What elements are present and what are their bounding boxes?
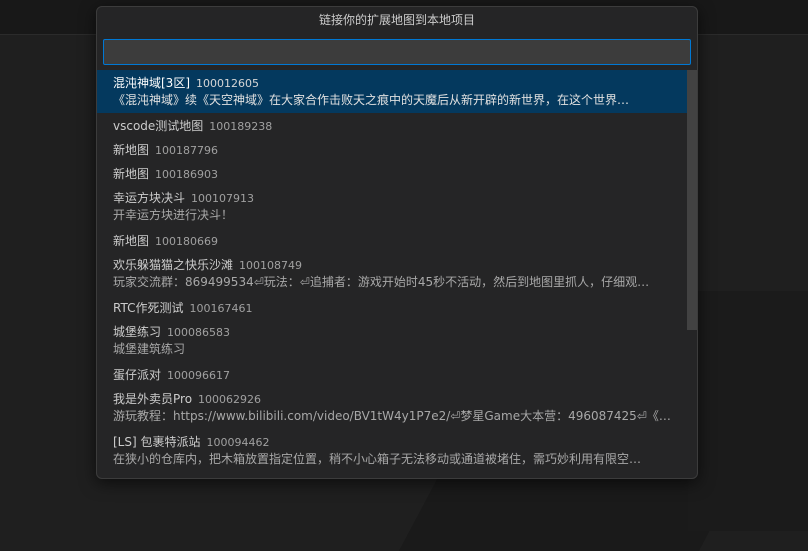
list-item[interactable]: 新地图 100180669 [97, 228, 687, 252]
list-item-id: 100167461 [189, 302, 252, 315]
list-item-header: 新地图 100187796 [113, 139, 687, 158]
list-item-id: 100094462 [206, 436, 269, 449]
list-scrollbar[interactable] [687, 70, 697, 330]
list-item-header: 新地图 100186903 [113, 163, 687, 182]
list-item[interactable]: 城堡练习 100086583城堡建筑练习 [97, 319, 687, 362]
list-item[interactable]: 狼人杀险伯恐魂夜100098233 [97, 472, 687, 478]
list-item[interactable]: 混沌神域[3区] 100012605《混沌神域》续《天空神域》在大家合作击败天之痕… [97, 70, 687, 113]
background-logo-shape-right [688, 291, 808, 531]
list-item-id: 100062926 [198, 393, 261, 406]
list-item-header: 狼人杀险伯恐魂夜100098233 [113, 474, 687, 478]
quick-pick-title: 链接你的扩展地图到本地项目 [97, 7, 697, 33]
list-item-header: [LS] 包裹特派站 100094462 [113, 431, 687, 450]
list-item-id: 100108749 [239, 259, 302, 272]
list-item-description: 《混沌神域》续《天空神域》在大家合作击败天之痕中的天魔后从新开辟的新世界，在这个… [113, 91, 675, 110]
quick-pick-input[interactable] [103, 39, 691, 65]
list-item-header: 幸运方块决斗 100107913 [113, 187, 687, 206]
quick-pick-panel: 链接你的扩展地图到本地项目 混沌神域[3区] 100012605《混沌神域》续《天… [96, 6, 698, 479]
list-item[interactable]: 幸运方块决斗 100107913开幸运方块进行决斗！ [97, 185, 687, 228]
list-item-id: 100096617 [167, 369, 230, 382]
list-item[interactable]: [LS] 包裹特派站 100094462在狭小的仓库内，把木箱放置指定位置，稍不小… [97, 429, 687, 472]
list-item-id: 100107913 [191, 192, 254, 205]
list-item[interactable]: 欢乐躲猫猫之快乐沙滩 100108749玩家交流群：869499534⏎玩法：⏎追… [97, 252, 687, 295]
quick-pick-input-container [97, 33, 697, 69]
list-item[interactable]: 新地图 100187796 [97, 137, 687, 161]
list-item[interactable]: 蛋仔派对 100096617 [97, 362, 687, 386]
list-item-label: vscode测试地图 [113, 119, 203, 133]
quick-pick-list[interactable]: 混沌神域[3区] 100012605《混沌神域》续《天空神域》在大家合作击败天之痕… [97, 70, 687, 478]
list-item-id: 100186903 [155, 168, 218, 181]
list-item-id: 100180669 [155, 235, 218, 248]
list-item-id: 100189238 [209, 120, 272, 133]
list-item[interactable]: vscode测试地图 100189238 [97, 113, 687, 137]
list-item-description: 开幸运方块进行决斗！ [113, 206, 675, 225]
list-item-label: 新地图 [113, 143, 149, 157]
list-item-id: 100012605 [196, 77, 259, 90]
list-item-header: 新地图 100180669 [113, 230, 687, 249]
list-item-header: 我是外卖员Pro 100062926 [113, 388, 687, 407]
list-item-header: 蛋仔派对 100096617 [113, 364, 687, 383]
list-item-label: [LS] 包裹特派站 [113, 435, 200, 449]
list-item-label: 蛋仔派对 [113, 368, 161, 382]
list-item-header: 城堡练习 100086583 [113, 321, 687, 340]
list-item-id: 100187796 [155, 144, 218, 157]
list-item-label: 新地图 [113, 234, 149, 248]
list-item-description: 城堡建筑练习 [113, 340, 675, 359]
list-item[interactable]: 我是外卖员Pro 100062926游玩教程：https://www.bilibi… [97, 386, 687, 429]
list-item-label: 新地图 [113, 167, 149, 181]
list-item-label: RTC作死测试 [113, 301, 183, 315]
list-item-header: 欢乐躲猫猫之快乐沙滩 100108749 [113, 254, 687, 273]
list-item-id: 100086583 [167, 326, 230, 339]
list-item-description: 玩家交流群：869499534⏎玩法：⏎追捕者：游戏开始时45秒不活动，然后到地… [113, 273, 675, 292]
list-item-description: 在狭小的仓库内，把木箱放置指定位置，稍不小心箱子无法移动或通道被堵住，需巧妙利用… [113, 450, 675, 469]
list-item[interactable]: 新地图 100186903 [97, 161, 687, 185]
list-item-label: 城堡练习 [113, 325, 161, 339]
list-item-label: 幸运方块决斗 [113, 191, 185, 205]
list-item-label: 混沌神域[3区] [113, 76, 190, 90]
list-item-header: vscode测试地图 100189238 [113, 115, 687, 134]
list-item-label: 欢乐躲猫猫之快乐沙滩 [113, 258, 233, 272]
list-item[interactable]: RTC作死测试 100167461 [97, 295, 687, 319]
list-item-header: RTC作死测试 100167461 [113, 297, 687, 316]
list-item-label: 我是外卖员Pro [113, 392, 192, 406]
list-item-header: 混沌神域[3区] 100012605 [113, 72, 687, 91]
list-item-description: 游玩教程：https://www.bilibili.com/video/BV1t… [113, 407, 675, 426]
